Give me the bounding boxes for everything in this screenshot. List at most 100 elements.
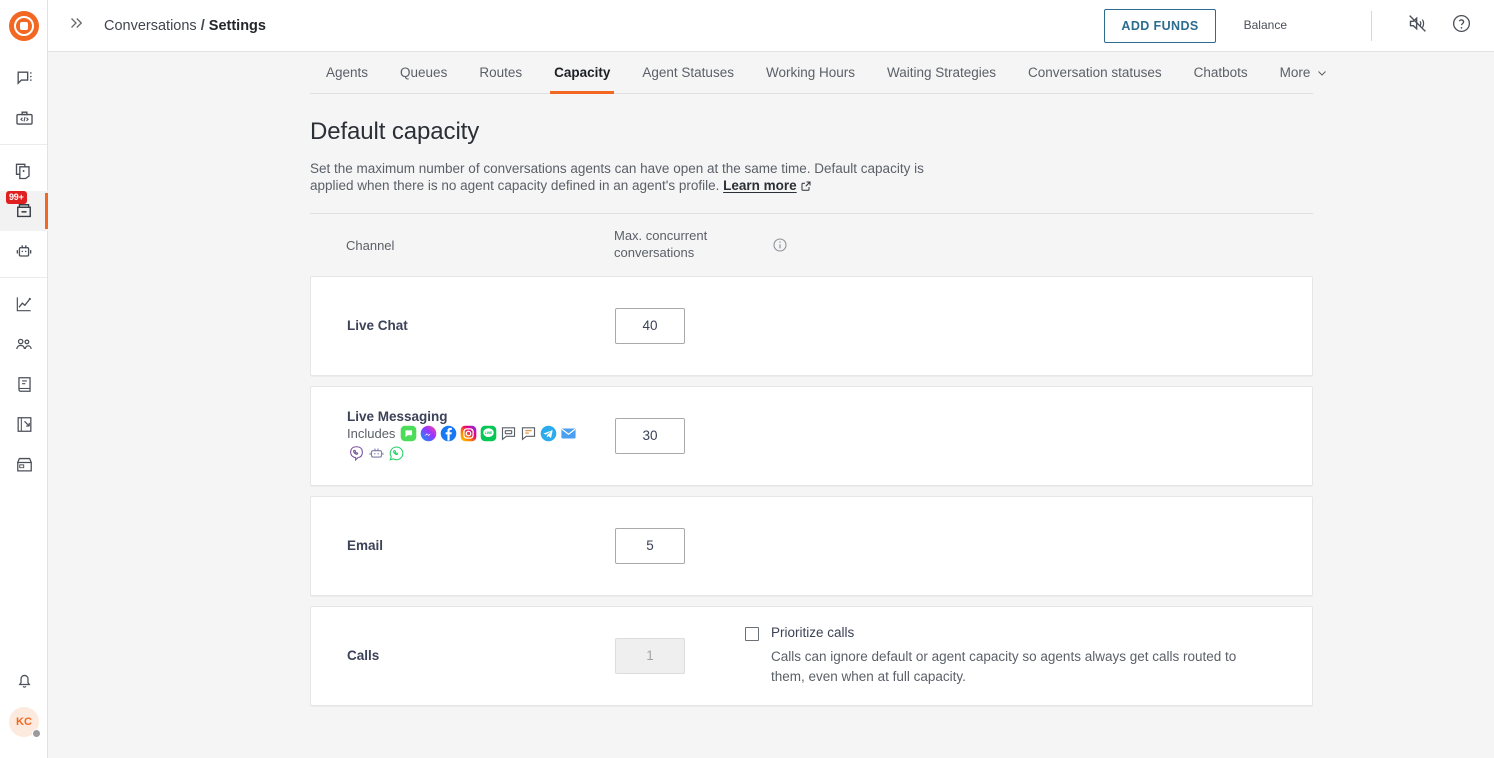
tab-label: Capacity [554,65,611,80]
copy-documents-icon [14,161,34,181]
avatar-initials: KC [16,716,32,728]
speaker-muted-icon [1407,13,1428,39]
tab-conversation-statuses[interactable]: Conversation statuses [1012,52,1178,93]
sidebar-item-developer-tools[interactable] [0,98,48,138]
tab-capacity[interactable]: Capacity [538,52,626,94]
expand-sidebar-button[interactable] [62,12,90,40]
sidebar-item-bots[interactable] [0,231,48,271]
breadcrumb-parent[interactable]: Conversations [104,18,197,34]
row-input-cell [615,417,745,454]
brand-logo[interactable] [8,0,39,52]
tab-routes[interactable]: Routes [463,52,538,93]
tab-chatbots[interactable]: Chatbots [1178,52,1264,93]
facebook-icon [439,425,457,443]
viber-icon [347,445,365,463]
channel-name: Live Messaging [347,408,448,424]
channel-name: Calls [347,648,380,664]
sidebar-item-campaigns[interactable] [0,404,48,444]
external-link-icon [800,179,812,197]
sidebar-item-inbox[interactable]: 99+ [0,191,48,231]
prioritize-calls-help-text: Calls can ignore default or agent capaci… [771,649,1237,684]
top-bar-divider [1371,10,1372,41]
tab-label: Agents [326,65,369,80]
row-input-cell [615,307,745,344]
includes-label: Includes [347,426,396,442]
help-button[interactable] [1444,9,1478,43]
tab-waiting-strategies[interactable]: Waiting Strategies [871,52,1012,93]
mute-button[interactable] [1400,9,1434,43]
tab-agents[interactable]: Agents [310,52,384,93]
sidebar-group-2: 99+ [0,144,48,277]
help-circle-icon [1451,13,1472,39]
content-area: Default capacity Set the maximum number … [48,94,1494,758]
row-input-cell [615,637,745,674]
tab-label: Routes [479,65,523,80]
tab-label: Queues [400,65,448,80]
settings-tabbar: Agents Queues Routes Capacity Agent Stat… [48,52,1494,94]
tab-label: Agent Statuses [642,65,734,80]
sidebar-item-conversations[interactable] [0,58,48,98]
learn-more-link[interactable]: Learn more [723,178,797,193]
tab-more[interactable]: More [1264,52,1345,93]
tab-label: Conversation statuses [1028,65,1162,80]
breadcrumb-separator: / [200,17,205,34]
campaigns-icon [15,415,34,434]
user-avatar-wrapper[interactable]: KC [0,700,48,744]
info-circle-icon[interactable] [772,237,788,253]
svg-text:LINE: LINE [485,431,493,435]
line-icon: LINE [479,425,497,443]
left-sidebar: 99+ KC [0,0,48,758]
header-max-concurrent: Max. concurrent conversations [614,228,708,261]
bell-icon [15,671,34,690]
table-row: Calls Prioritize calls Calls can ignore … [310,605,1313,706]
sidebar-bottom: KC [0,660,47,758]
tab-label: Chatbots [1193,65,1248,80]
status-dot [32,729,41,738]
main-area: Conversations / Settings ADD FUNDS Balan… [48,0,1494,758]
sidebar-item-notifications[interactable] [0,660,48,700]
chevron-double-right-icon [67,14,85,37]
conversations-icon [15,69,34,88]
sidebar-item-knowledge-base[interactable] [0,364,48,404]
bot-icon [367,445,385,463]
inbox-icon [14,201,34,221]
prioritize-calls-checkbox[interactable] [745,627,759,642]
sidebar-item-analytics[interactable] [0,284,48,324]
inbox-unread-badge: 99+ [6,191,27,204]
add-funds-button[interactable]: ADD FUNDS [1104,8,1216,43]
tabs-list: Agents Queues Routes Capacity Agent Stat… [310,52,1327,94]
page-description-text: Set the maximum number of conversations … [310,160,924,194]
sidebar-item-copy-documents[interactable] [0,151,48,191]
sidebar-item-contacts[interactable] [0,324,48,364]
app-root: 99+ KC Conversations / Settings ADD FUND… [0,0,1494,758]
live-messaging-capacity-input[interactable] [615,417,685,454]
developer-tools-icon [15,109,34,128]
table-row: Live Chat [310,275,1313,376]
live-chat-capacity-input[interactable] [615,307,685,344]
tab-queues[interactable]: Queues [384,52,463,93]
email-icon [559,425,577,443]
default-capacity-panel: Default capacity Set the maximum number … [310,118,1313,706]
balance-label: Balance [1243,17,1287,32]
tab-working-hours[interactable]: Working Hours [750,52,871,93]
breadcrumb: Conversations / Settings [104,18,266,34]
tab-label: Working Hours [765,65,855,80]
email-capacity-input[interactable] [615,527,685,564]
capacity-table-header: Channel Max. concurrent conversations [310,214,1313,276]
tab-agent-statuses[interactable]: Agent Statuses [626,52,750,93]
table-row: Live Messaging Includes LINE 30 [310,385,1313,486]
breadcrumb-current: Settings [208,17,266,34]
row-channel-cell: Live Chat [347,318,615,333]
row-channel-cell: Calls [347,648,615,663]
chat-bubble-icon [499,425,517,443]
prioritize-calls-label[interactable]: Prioritize calls [771,625,854,640]
avatar: KC [9,707,41,738]
top-bar: Conversations / Settings ADD FUNDS Balan… [48,0,1494,52]
calls-capacity-input [615,637,685,674]
contacts-icon [14,334,34,354]
sidebar-group-3 [0,277,47,490]
prioritize-calls-row: Prioritize calls [745,625,1288,642]
row-channel-cell: Live Messaging Includes LINE [347,409,615,463]
sidebar-item-marketplace[interactable] [0,444,48,484]
whatsapp-icon [387,445,405,463]
